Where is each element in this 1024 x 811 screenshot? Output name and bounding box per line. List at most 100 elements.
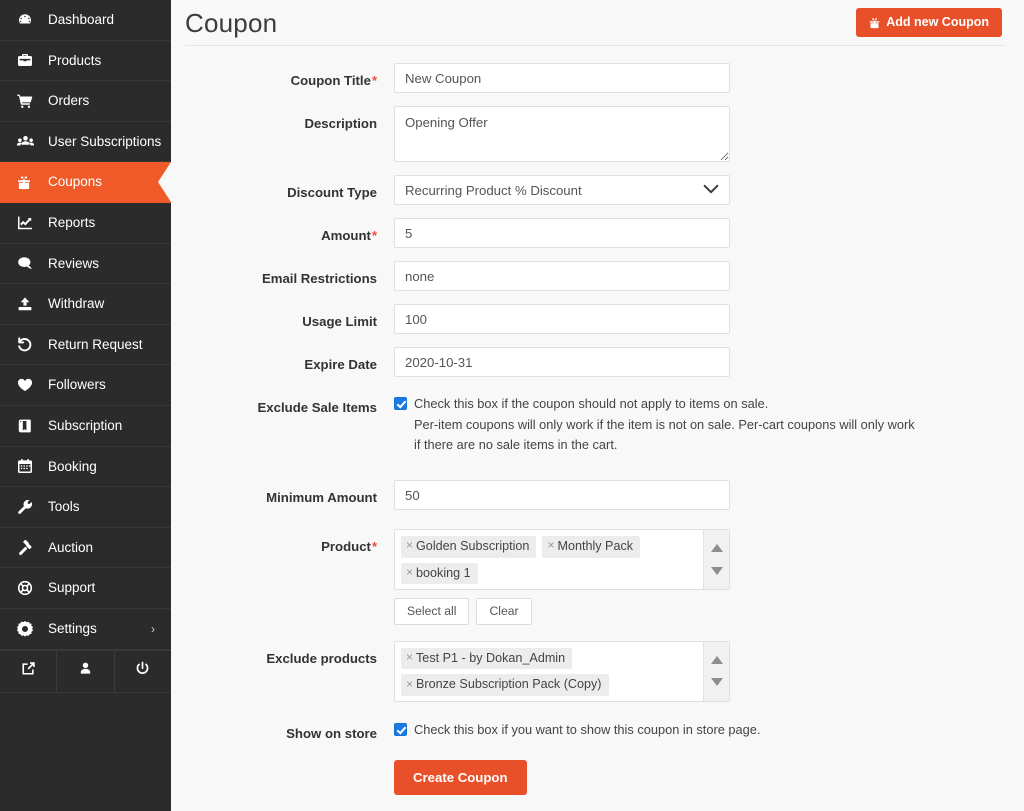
field-row-minimum-amount: Minimum Amount [185,480,1006,511]
coupon-gift-icon [869,17,880,29]
email-restrictions-control [394,261,1006,291]
minimum-amount-input[interactable] [394,480,730,511]
email-restrictions-label: Email Restrictions [261,271,377,286]
create-coupon-button[interactable]: Create Coupon [394,759,527,796]
product-tag-list: × Golden Subscription × Monthly Pack × bookin… [395,530,703,589]
selected-tag[interactable]: × Golden Subscription [401,536,537,558]
amount-label: Amount* [321,228,377,243]
sidebar-item-support[interactable]: Support [0,568,171,609]
email-restrictions-input[interactable] [394,261,730,291]
usage-limit-input[interactable] [394,304,730,334]
cart-icon [17,93,39,109]
tag-label: Bronze Subscription Pack (Copy) [416,677,602,692]
sidebar-item-label: Booking [48,458,97,474]
sidebar-item-coupons[interactable]: Coupons [0,162,171,203]
expire-date-input[interactable] [394,347,730,377]
sidebar-item-subscription[interactable]: Subscription [0,406,171,447]
exclude-sale-items-checkbox[interactable] [394,397,407,410]
description-textarea[interactable] [394,106,730,162]
add-new-coupon-button[interactable]: Add new Coupon [856,8,1002,37]
selected-tag[interactable]: × booking 1 [401,562,478,585]
selected-tag[interactable]: × Test P1 - by Dokan_Admin [401,647,573,670]
sidebar-item-reviews[interactable]: Reviews [0,244,171,285]
sidebar-item-label: Products [48,52,102,68]
sidebar-item-label: Dashboard [48,12,115,28]
sidebar-item-followers[interactable]: Followers [0,365,171,406]
exclude-products-scroll-spinner[interactable] [703,641,729,701]
sidebar-item-reports[interactable]: Reports [0,203,171,244]
exclude-products-tag-list: × Test P1 - by Dokan_Admin × Bronze Subscri… [395,642,703,701]
exclude-products-control: × Test P1 - by Dokan_Admin × Bronze Subscri… [394,640,1006,702]
show-on-store-checkbox[interactable] [394,722,407,736]
show-on-store-control: Check this box if you want to show this … [394,716,1006,741]
sidebar-item-label: Reviews [48,255,100,271]
discount-type-select[interactable]: Recurring Product % Discount [394,175,730,205]
show-on-store-description: Check this box if you want to show this … [414,721,761,737]
remove-tag-icon[interactable]: × [406,650,413,665]
remove-tag-icon[interactable]: × [406,565,413,580]
discount-type-label: Discount Type [287,185,377,200]
sidebar-item-tools[interactable]: Tools [0,487,171,528]
discount-type-control: Recurring Product % Discount [394,175,1006,205]
exclude-products-multiselect[interactable]: × Test P1 - by Dokan_Admin × Bronze Subscri… [394,640,730,702]
amount-input[interactable] [394,218,730,248]
sidebar-item-settings[interactable]: Settings › [0,609,171,650]
arrow-up-icon[interactable] [710,655,723,664]
sidebar-item-label: Settings [48,620,97,636]
sidebar-item-booking[interactable]: Booking [0,447,171,488]
sidebar-item-user-subscriptions[interactable]: User Subscriptions [0,122,171,163]
field-row-discount-type: Discount Type Recurring Product % Discou… [185,175,1006,205]
select-all-button[interactable]: Select all [394,598,470,625]
minimum-amount-control [394,480,1006,511]
calendar-icon [17,458,39,474]
coupon-title-label: Coupon Title* [290,73,377,88]
sidebar-item-return-request[interactable]: Return Request [0,325,171,366]
heart-icon [17,377,39,393]
sidebar-item-orders[interactable]: Orders [0,81,171,122]
sidebar-item-label: Support [48,580,96,596]
sidebar-item-label: Followers [48,377,106,393]
remove-tag-icon[interactable]: × [406,677,413,692]
sidebar-item-auction[interactable]: Auction [0,528,171,569]
exclude-sale-items-desc-line1: Check this box if the coupon should not … [414,396,769,411]
product-label: Product* [321,539,377,555]
selected-tag[interactable]: × Bronze Subscription Pack (Copy) [401,674,609,696]
field-row-exclude-sale-items: Exclude Sale Items Check this box if the… [185,390,1006,456]
product-multiselect[interactable]: × Golden Subscription × Monthly Pack × bookin… [394,529,730,591]
chart-line-icon [17,215,39,231]
profile-button[interactable] [57,650,115,692]
dashboard-icon [17,12,39,28]
sidebar-item-products[interactable]: Products [0,41,171,82]
exclude-products-label: Exclude products [266,650,377,666]
field-row-usage-limit: Usage Limit [185,304,1006,334]
product-scroll-spinner[interactable] [703,530,729,590]
tag-label: booking 1 [416,565,471,580]
required-marker: * [371,73,377,88]
add-new-coupon-label: Add new Coupon [886,15,989,30]
field-row-coupon-title: Coupon Title* [185,63,1006,93]
arrow-up-icon[interactable] [710,544,723,553]
gear-icon [17,620,39,637]
sidebar-item-label: Coupons [48,174,103,190]
logout-button[interactable] [115,651,171,692]
remove-tag-icon[interactable]: × [406,539,413,553]
selected-tag[interactable]: × Monthly Pack [542,536,641,558]
sidebar-item-dashboard[interactable]: Dashboard [0,0,171,41]
sidebar-nav-list: Dashboard Products Orders User Subscript… [0,0,171,650]
coupon-title-input[interactable] [394,63,730,93]
arrow-down-icon[interactable] [710,566,723,575]
field-row-email-restrictions: Email Restrictions [185,261,1006,291]
wrench-icon [17,499,39,515]
coupon-title-control [394,63,1006,93]
exclude-sale-items-desc-line2: Per-item coupons will only work if the i… [414,416,915,453]
visit-store-button[interactable] [0,650,58,692]
arrow-down-icon[interactable] [710,678,723,687]
sidebar-item-label: User Subscriptions [48,133,162,149]
clear-button[interactable]: Clear [476,598,532,625]
book-icon [17,418,39,434]
remove-tag-icon[interactable]: × [547,539,554,553]
sidebar-item-withdraw[interactable]: Withdraw [0,284,171,325]
field-row-product: Product* × Golden Subscription × Monthly Pa… [185,529,1006,625]
chevron-right-icon: › [151,621,155,636]
coupon-gift-icon [17,175,39,190]
